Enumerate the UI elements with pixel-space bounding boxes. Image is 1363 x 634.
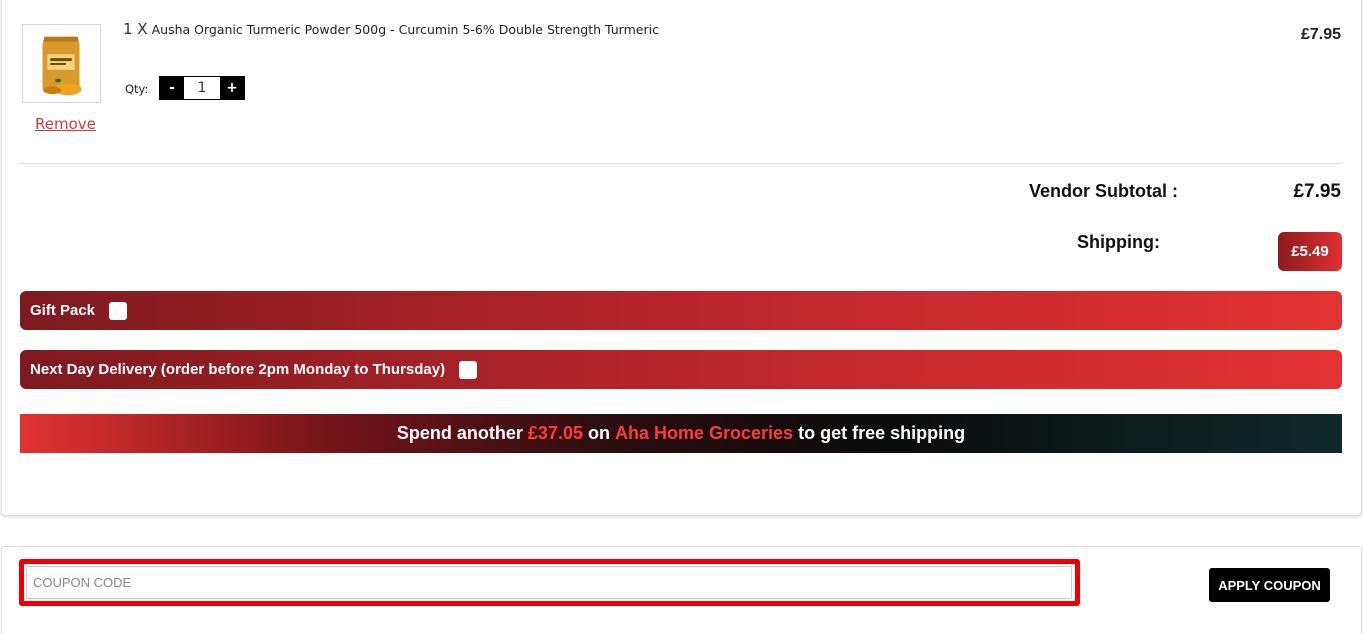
product-title[interactable]: 1 X Ausha Organic Turmeric Powder 500g - …	[123, 20, 659, 38]
decrease-qty-button[interactable]: -	[160, 77, 184, 99]
item-quantity-prefix: 1 X	[123, 20, 148, 38]
product-title-text[interactable]: Ausha Organic Turmeric Powder 500g - Cur…	[152, 22, 659, 37]
divider	[20, 163, 1342, 164]
gift-pack-label: Gift Pack	[30, 302, 96, 319]
qty-label: Qty:	[125, 82, 149, 96]
item-price: £7.95	[1300, 26, 1341, 43]
qty-input[interactable]: 1	[184, 77, 220, 99]
gift-pack-checkbox[interactable]	[109, 301, 128, 320]
turmeric-bag-icon	[23, 25, 100, 102]
promo-suffix: to get free shipping	[798, 423, 966, 443]
shipping-label: Shipping:	[1077, 232, 1160, 252]
next-day-delivery-label: Next Day Delivery (order before 2pm Mond…	[30, 361, 446, 378]
vendor-subtotal-label: Vendor Subtotal :	[1028, 181, 1178, 201]
coupon-code-input[interactable]	[26, 566, 1072, 599]
vendor-subtotal-value: £7.95	[1293, 181, 1341, 202]
promo-amount: £37.05	[527, 423, 583, 443]
free-shipping-banner: Spend another £37.05 on Aha Home Groceri…	[20, 414, 1342, 453]
remove-item-link[interactable]: Remove	[35, 115, 96, 133]
promo-store-name[interactable]: Aha Home Groceries	[615, 423, 793, 444]
product-thumbnail[interactable]	[22, 24, 101, 103]
next-day-delivery-checkbox[interactable]	[459, 360, 478, 379]
quantity-stepper: - 1 +	[159, 76, 245, 100]
increase-qty-button[interactable]: +	[220, 77, 244, 99]
promo-middle: on	[587, 423, 610, 443]
gift-pack-option: Gift Pack	[20, 291, 1342, 330]
next-day-delivery-option: Next Day Delivery (order before 2pm Mond…	[20, 350, 1342, 389]
shipping-value-badge: £5.49	[1278, 232, 1342, 271]
promo-prefix: Spend another	[396, 423, 523, 443]
apply-coupon-button[interactable]: APPLY COUPON	[1209, 568, 1330, 602]
